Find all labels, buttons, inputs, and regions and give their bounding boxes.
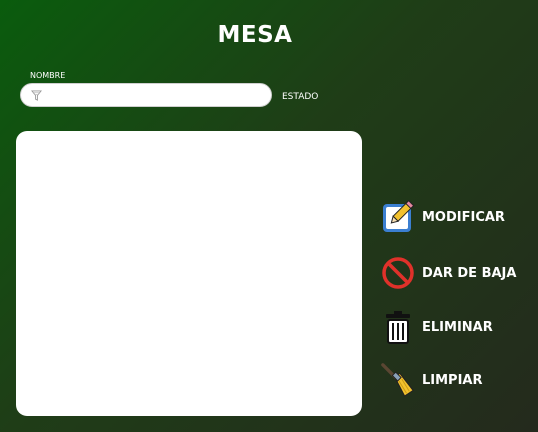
estado-label: ESTADO	[282, 92, 319, 102]
name-field-label: NOMBRE	[30, 71, 66, 80]
broom-icon	[380, 362, 416, 398]
name-field[interactable]	[20, 83, 272, 107]
clear-button[interactable]: LIMPIAR	[380, 362, 483, 398]
clear-label: LIMPIAR	[422, 372, 483, 388]
edit-note-icon	[380, 199, 416, 235]
deactivate-button[interactable]: DAR DE BAJA	[380, 255, 516, 291]
modify-button[interactable]: MODIFICAR	[380, 199, 505, 235]
results-table[interactable]	[16, 131, 362, 416]
deactivate-label: DAR DE BAJA	[422, 265, 517, 281]
prohibited-icon	[380, 255, 416, 291]
trash-icon	[380, 309, 416, 345]
modify-label: MODIFICAR	[422, 209, 505, 225]
filter-icon	[31, 90, 42, 101]
delete-button[interactable]: ELIMINAR	[380, 309, 493, 345]
page-title: MESA	[217, 22, 293, 48]
name-input[interactable]	[47, 87, 269, 105]
delete-label: ELIMINAR	[422, 319, 493, 335]
